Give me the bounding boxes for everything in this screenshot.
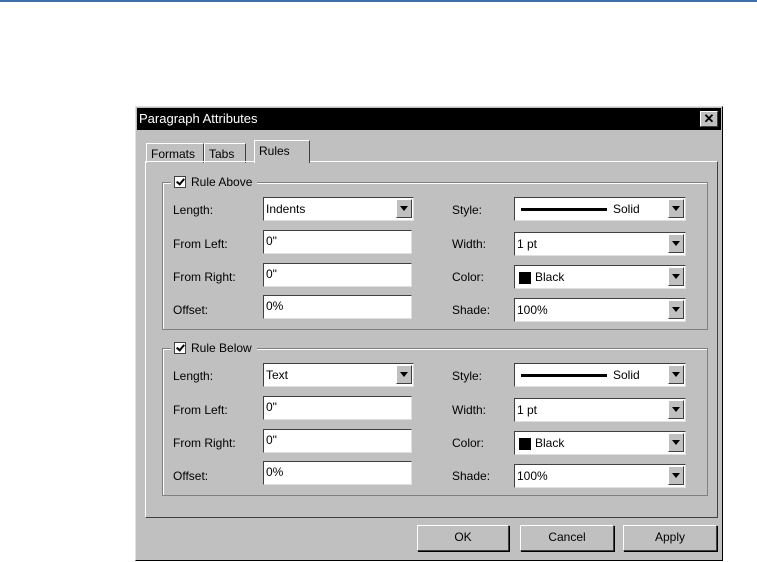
paragraph-attributes-dialog: Paragraph Attributes ✕ Formats Tabs Rule… <box>135 106 723 561</box>
length-label: Length: <box>173 203 214 217</box>
shade-value: 100% <box>517 469 548 483</box>
tab-formats[interactable]: Formats <box>146 143 204 163</box>
close-button[interactable]: ✕ <box>700 111 718 127</box>
width-select[interactable]: 1 pt <box>514 398 686 422</box>
top-accent-line <box>0 0 757 2</box>
chevron-down-icon[interactable] <box>668 199 684 218</box>
rule-below-checkbox[interactable] <box>174 342 186 354</box>
rule-below-label: Rule Below <box>191 341 252 355</box>
width-value: 1 pt <box>517 237 538 251</box>
style-label: Style: <box>452 203 483 217</box>
from-right-input[interactable]: 0" <box>263 263 412 287</box>
from-right-label: From Right: <box>173 436 236 450</box>
color-swatch <box>519 272 531 284</box>
chevron-down-icon[interactable] <box>396 199 412 218</box>
chevron-down-icon[interactable] <box>396 365 412 384</box>
style-value: Solid <box>613 368 640 382</box>
from-left-label: From Left: <box>173 403 228 417</box>
line-style-preview <box>521 374 607 377</box>
width-label: Width: <box>452 403 487 417</box>
width-label: Width: <box>452 237 487 251</box>
chevron-down-icon[interactable] <box>668 234 684 253</box>
rules-panel: Rule Above Length: Indents From Left: 0"… <box>145 161 718 518</box>
shade-label: Shade: <box>452 469 491 483</box>
color-swatch <box>519 438 531 450</box>
color-value: Black <box>535 436 565 450</box>
chevron-down-icon[interactable] <box>668 365 684 384</box>
shade-label: Shade: <box>452 303 491 317</box>
rule-above-checkbox[interactable] <box>174 176 186 188</box>
chevron-down-icon[interactable] <box>668 267 684 286</box>
rule-below-toggle[interactable]: Rule Below <box>171 341 257 355</box>
length-value: Indents <box>266 202 306 216</box>
title-bar: Paragraph Attributes ✕ <box>137 108 721 130</box>
from-left-input[interactable]: 0" <box>263 396 412 420</box>
style-select[interactable]: Solid <box>514 197 686 221</box>
from-right-label: From Right: <box>173 270 236 284</box>
color-select[interactable]: Black <box>514 265 686 289</box>
chevron-down-icon[interactable] <box>668 400 684 419</box>
rule-below-group: Rule Below Length: Text From Left: 0" Fr… <box>162 341 708 496</box>
dialog-title: Paragraph Attributes <box>139 111 258 126</box>
style-value: Solid <box>613 202 640 216</box>
color-value: Black <box>535 270 565 284</box>
width-value: 1 pt <box>517 403 538 417</box>
line-style-preview <box>521 208 607 211</box>
offset-label: Offset: <box>173 469 209 483</box>
chevron-down-icon[interactable] <box>668 300 684 319</box>
shade-select[interactable]: 100% <box>514 464 686 488</box>
width-select[interactable]: 1 pt <box>514 232 686 256</box>
offset-input[interactable]: 0% <box>263 295 412 319</box>
length-value: Text <box>266 368 289 382</box>
from-right-input[interactable]: 0" <box>263 429 412 453</box>
style-select[interactable]: Solid <box>514 363 686 387</box>
color-label: Color: <box>452 436 485 450</box>
apply-button[interactable]: Apply <box>623 525 717 551</box>
color-label: Color: <box>452 270 485 284</box>
tab-rules[interactable]: Rules <box>254 140 310 163</box>
rule-above-label: Rule Above <box>191 175 253 189</box>
chevron-down-icon[interactable] <box>668 433 684 452</box>
chevron-down-icon[interactable] <box>668 466 684 485</box>
length-select[interactable]: Text <box>263 363 414 387</box>
offset-label: Offset: <box>173 303 209 317</box>
from-left-label: From Left: <box>173 237 228 251</box>
style-label: Style: <box>452 369 483 383</box>
shade-value: 100% <box>517 303 548 317</box>
color-select[interactable]: Black <box>514 431 686 455</box>
shade-select[interactable]: 100% <box>514 298 686 322</box>
rule-above-group: Rule Above Length: Indents From Left: 0"… <box>162 175 708 330</box>
length-label: Length: <box>173 369 214 383</box>
from-left-input[interactable]: 0" <box>263 230 412 254</box>
length-select[interactable]: Indents <box>263 197 414 221</box>
rule-above-toggle[interactable]: Rule Above <box>171 175 258 189</box>
offset-input[interactable]: 0% <box>263 461 412 485</box>
tab-tabs[interactable]: Tabs <box>204 143 246 163</box>
ok-button[interactable]: OK <box>417 525 509 551</box>
cancel-button[interactable]: Cancel <box>520 525 614 551</box>
